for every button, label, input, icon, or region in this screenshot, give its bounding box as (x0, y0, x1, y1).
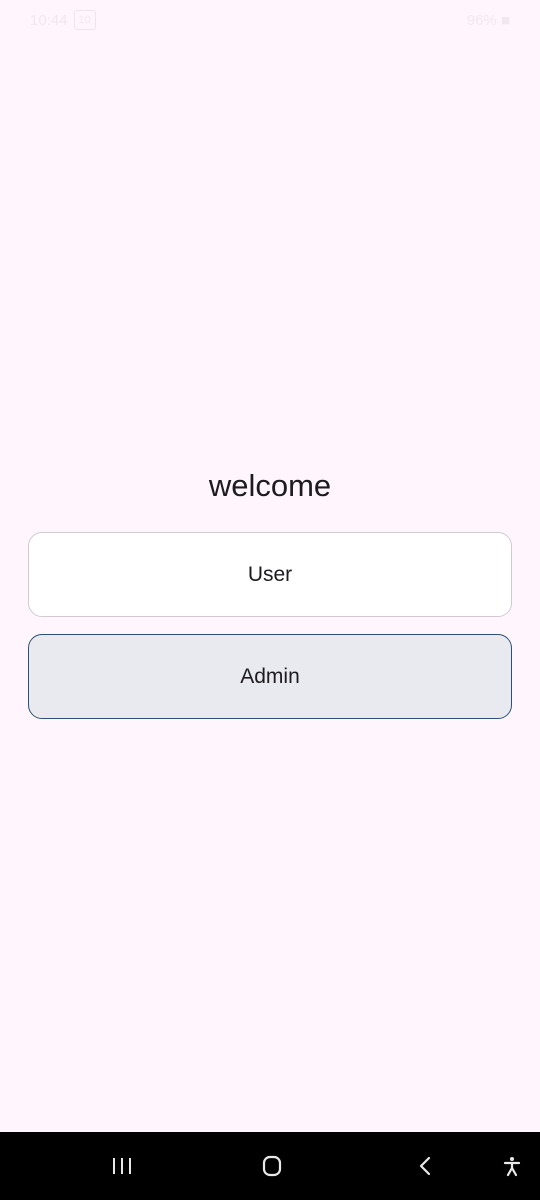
recents-button[interactable] (96, 1132, 148, 1200)
status-left: 10:44 10 (30, 10, 96, 30)
admin-button[interactable]: Admin (28, 634, 512, 719)
home-icon (260, 1154, 284, 1178)
accessibility-icon (500, 1154, 524, 1178)
welcome-title: welcome (208, 468, 332, 503)
home-button[interactable] (246, 1132, 298, 1200)
status-right-text: 96% ■ (466, 11, 510, 29)
status-right: 96% ■ (467, 12, 510, 29)
user-button[interactable]: User (28, 532, 512, 617)
status-bar: 10:44 10 96% ■ (0, 0, 540, 40)
app-screen: 10:44 10 96% ■ welcome User Admin (0, 0, 540, 1200)
user-button-label: User (247, 562, 293, 586)
back-icon (414, 1154, 438, 1178)
system-navigation-bar (0, 1132, 540, 1200)
recents-icon (110, 1154, 134, 1178)
accessibility-button[interactable] (486, 1132, 538, 1200)
status-chip: 10 (73, 10, 96, 30)
admin-button-label: Admin (240, 664, 300, 688)
back-button[interactable] (400, 1132, 452, 1200)
status-time: 10:44 (30, 11, 68, 29)
